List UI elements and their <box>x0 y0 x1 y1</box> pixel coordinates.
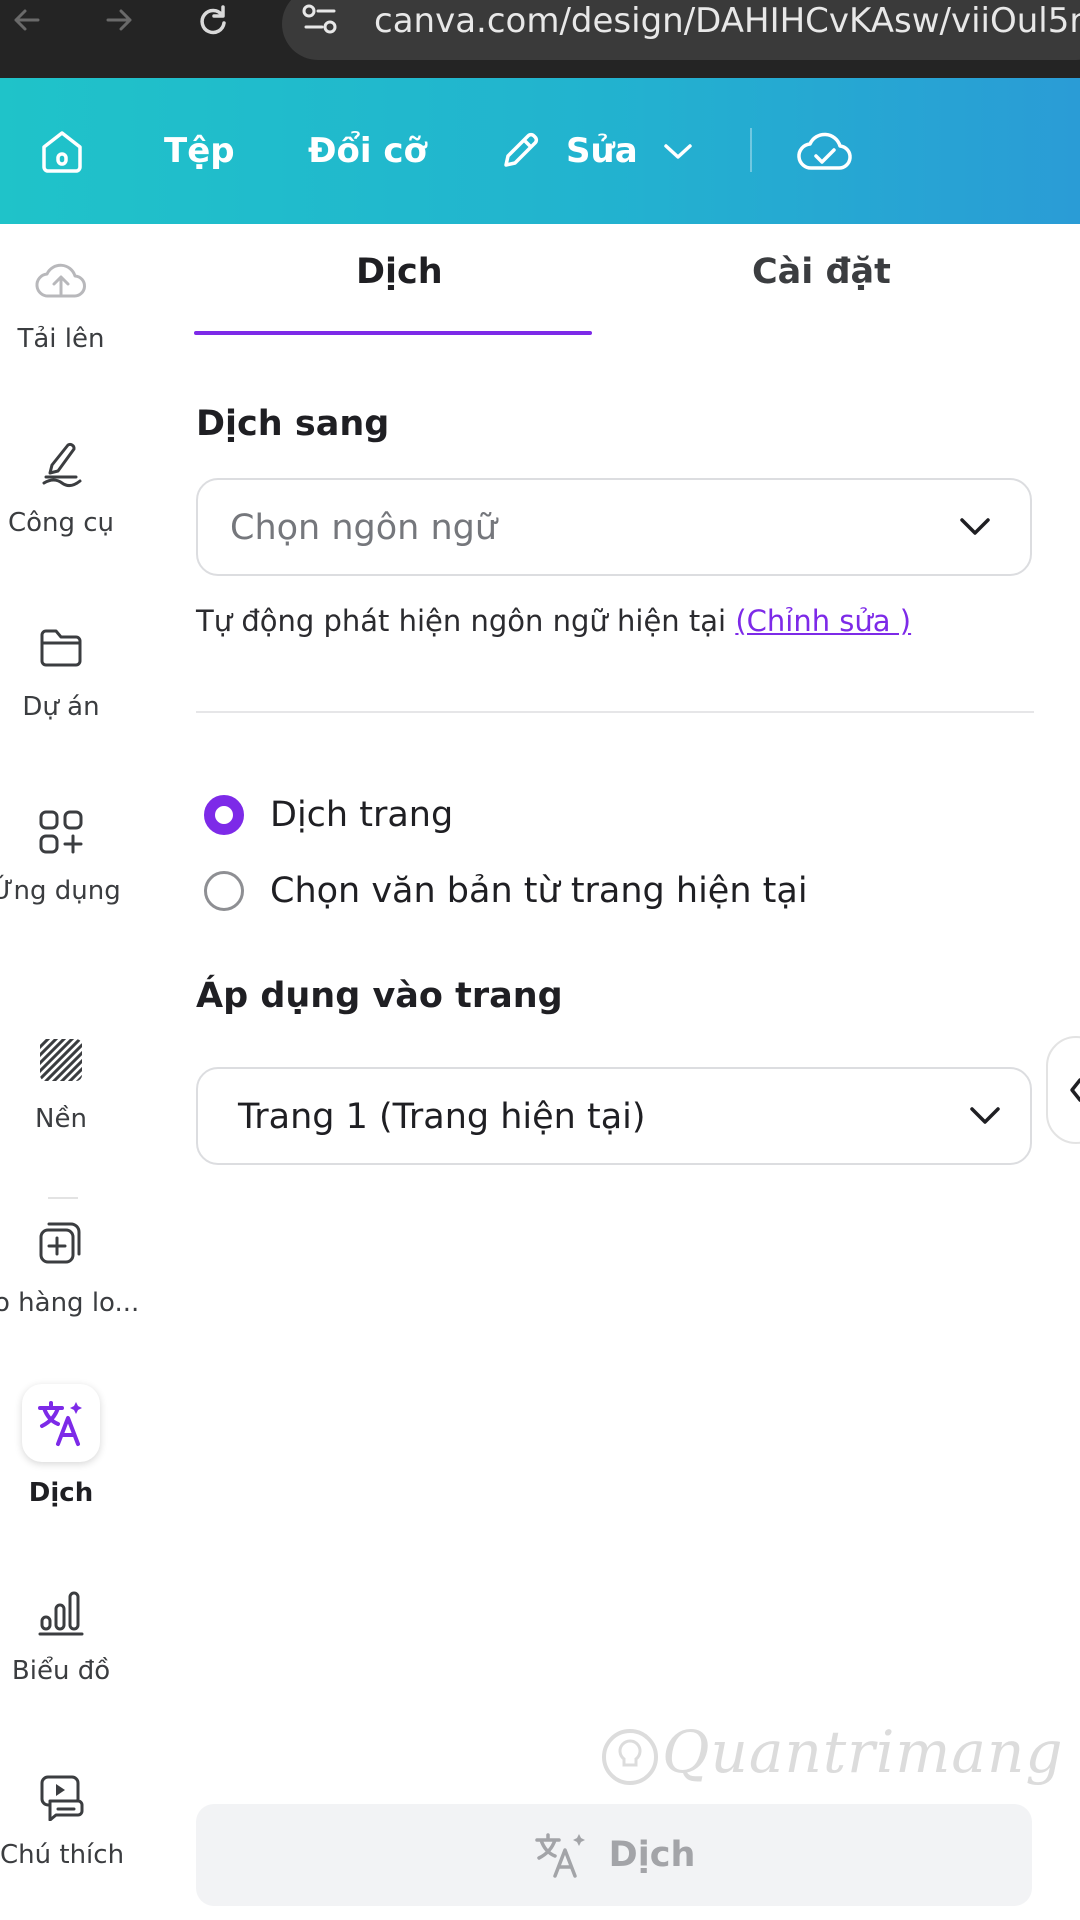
radio-selected[interactable] <box>204 795 244 835</box>
sidebar-item-label: Dịch <box>28 1478 94 1508</box>
translate-icon <box>38 1401 82 1446</box>
radio-unselected[interactable] <box>204 871 244 911</box>
bulk-create-icon <box>39 1222 81 1264</box>
watermark: Quantrimang <box>598 1718 1063 1789</box>
sidebar-item-apps[interactable]: Ứng dụng <box>0 802 122 906</box>
browser-toolbar: canva.com/design/DAHIHCvKAsw/viiOul5rfot <box>0 0 1080 78</box>
sidebar-item-translate[interactable]: Dịch <box>0 1384 122 1508</box>
translate-button[interactable]: Dịch <box>196 1804 1032 1906</box>
translate-button-label: Dịch <box>608 1835 696 1875</box>
site-settings-icon[interactable] <box>300 2 340 42</box>
language-select-placeholder: Chọn ngôn ngữ <box>230 508 498 548</box>
sidebar-item-label: Biểu đồ <box>11 1656 111 1686</box>
back-arrow-icon <box>14 9 40 31</box>
sidebar-item-label: Ứng dụng <box>0 876 121 906</box>
cloud-check-icon <box>797 132 852 170</box>
translate-icon <box>534 1833 585 1878</box>
translate-to-title: Dịch sang <box>196 404 390 444</box>
home-icon <box>42 131 82 173</box>
sidebar-item-charts[interactable]: Biểu đồ <box>0 1582 122 1686</box>
section-divider <box>196 711 1034 713</box>
sidebar-item-label: o hàng lo... <box>0 1288 140 1318</box>
auto-detect-label: Tự động phát hiện ngôn ngữ hiện tại <box>196 604 736 638</box>
sidebar-divider <box>48 1197 78 1199</box>
translate-icon-tile <box>22 1384 100 1462</box>
pencil-icon <box>504 132 539 167</box>
watermark-text: Quantrimang <box>662 1718 1064 1786</box>
sidebar-item-projects[interactable]: Dự án <box>0 618 122 722</box>
sidebar-item-uploads[interactable]: Tải lên <box>0 250 122 354</box>
editor-header: Tệp Đổi cỡ Sửa <box>0 78 1080 224</box>
chevron-down-icon <box>663 144 692 159</box>
radio-label: Chọn văn bản từ trang hiện tại <box>270 871 808 911</box>
header-divider <box>750 128 752 172</box>
sidebar-item-label: Công cụ <box>7 508 115 538</box>
file-menu[interactable]: Tệp <box>164 78 235 224</box>
cloud-upload-icon <box>35 263 86 298</box>
edit-menu[interactable]: Sửa <box>496 78 694 224</box>
page-select[interactable]: Trang 1 (Trang hiện tại) <box>196 1067 1032 1165</box>
sidebar-item-label: Chú thích <box>0 1840 125 1870</box>
draw-tool-icon <box>42 442 82 488</box>
caption-icon <box>40 1775 84 1821</box>
chevron-down-icon <box>970 1107 1000 1124</box>
chevron-left-icon <box>1070 1078 1080 1102</box>
apply-to-page-title: Áp dụng vào trang <box>196 976 563 1016</box>
chevron-down-icon <box>960 518 990 535</box>
forward-button[interactable] <box>94 0 144 40</box>
sidebar-item-tools[interactable]: Công cụ <box>0 434 122 538</box>
sidebar-item-label: Tải lên <box>17 324 105 354</box>
sidebar-item-bulk-create[interactable]: o hàng lo... <box>0 1214 140 1318</box>
resize-menu[interactable]: Đổi cỡ <box>308 78 427 224</box>
sidebar-item-captions[interactable]: Chú thích <box>0 1766 125 1870</box>
background-pattern-icon <box>40 1039 82 1081</box>
reload-button[interactable] <box>188 0 238 40</box>
chart-icon <box>38 1591 84 1636</box>
side-panel-nav: Tải lên Công cụ Dự án Ứng dụng Nền o hàn… <box>0 224 140 1920</box>
radio-translate-page[interactable]: Dịch trang <box>204 793 453 837</box>
auto-detect-text: Tự động phát hiện ngôn ngữ hiện tại (Chỉ… <box>196 604 911 638</box>
forward-arrow-icon <box>106 9 132 31</box>
folder-icon <box>40 629 82 667</box>
home-button[interactable] <box>36 78 88 224</box>
reload-icon <box>200 5 226 35</box>
radio-label: Dịch trang <box>270 795 454 835</box>
language-select[interactable]: Chọn ngôn ngữ <box>196 478 1032 576</box>
cloud-save-status[interactable] <box>796 78 854 224</box>
collapse-panel-handle[interactable] <box>1046 1036 1080 1144</box>
active-tab-indicator <box>194 331 592 335</box>
tab-translate[interactable]: Dịch <box>356 252 443 292</box>
edit-menu-label: Sửa <box>566 131 638 171</box>
apps-icon <box>39 810 83 854</box>
edit-source-language-link[interactable]: (Chỉnh sửa ) <box>735 604 911 638</box>
sidebar-item-label: Dự án <box>22 692 100 722</box>
sidebar-item-background[interactable]: Nền <box>0 1030 122 1134</box>
page-select-value: Trang 1 (Trang hiện tại) <box>238 1097 646 1137</box>
radio-select-text[interactable]: Chọn văn bản từ trang hiện tại <box>204 869 808 913</box>
sidebar-item-label: Nền <box>35 1104 87 1134</box>
back-button[interactable] <box>2 0 52 40</box>
url-text[interactable]: canva.com/design/DAHIHCvKAsw/viiOul5rfot <box>374 0 1080 42</box>
tab-settings[interactable]: Cài đặt <box>752 252 891 292</box>
watermark-logo-icon <box>602 1728 658 1785</box>
